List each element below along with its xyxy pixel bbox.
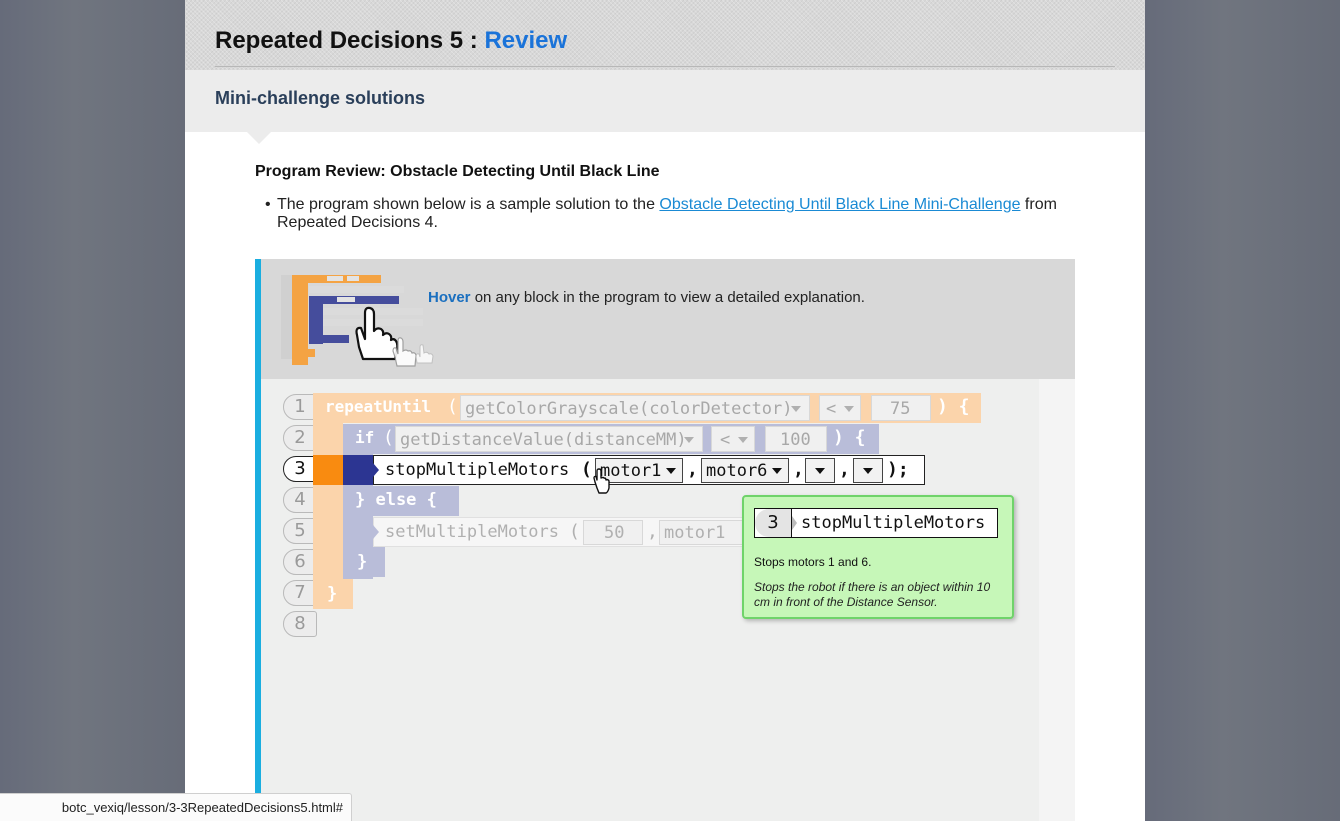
background-left [0,0,185,821]
if-threshold-input[interactable]: 100 [765,426,827,452]
set-speed-value: 50 [604,523,625,543]
subheader-title: Mini-challenge solutions [215,88,426,108]
explanation-tooltip: 3 stopMultipleMotors Stops motors 1 and … [742,495,1014,619]
mouse-cursor-icon [593,468,610,494]
line-number-4[interactable]: 4 [283,487,317,513]
hover-word: Hover [428,289,471,306]
dropdown-arrow-icon [844,406,854,412]
review-label: Review [484,27,568,54]
motor-arg-2-value: motor6 [706,461,768,481]
repeat-paren-close: ) { [937,396,970,417]
line-number-1[interactable]: 1 [283,394,317,420]
set-motor-value: motor1 [664,523,726,543]
hover-rest: on any block in the program to view a de… [470,289,865,306]
motor-arg-2-dropdown[interactable]: motor6 [701,458,789,483]
active-if-segment [343,455,373,485]
active-loop-segment [313,455,343,485]
if-close-brace: } [357,552,368,572]
title-text: Repeated Decisions 5 [215,27,464,54]
set-motor-dropdown[interactable]: motor1 [659,520,743,545]
repeat-threshold-value: 75 [890,399,911,419]
block-notch [373,463,379,477]
subheader: Mini-challenge solutions [185,70,1145,132]
section-title: Program Review: Obstacle Detecting Until… [255,163,660,180]
tooltip-description: Stops motors 1 and 6. [754,555,872,569]
color-sensor-call: getColorGrayscale(colorDetector) [465,399,793,419]
intro-bullet: • The program shown below is a sample sol… [265,196,1077,232]
set-speed-input[interactable]: 50 [583,520,643,545]
code-right-margin [1039,379,1075,821]
arg-comma: , [793,459,804,480]
bullet-text-pre: The program shown below is a sample solu… [277,196,660,213]
line-number-5[interactable]: 5 [283,518,317,544]
dropdown-arrow-icon [684,437,694,443]
tooltip-line-number: 3 [755,509,792,537]
subheader-notch [247,132,271,144]
tooltip-block: 3 stopMultipleMotors [754,508,998,538]
motor-arg-4-dropdown[interactable] [853,458,883,483]
if-paren-open: ( [383,427,394,448]
hover-hint-icon [281,275,434,367]
repeat-operator-value: < [826,399,837,419]
motor-arg-3-dropdown[interactable] [805,458,835,483]
arg-comma: , [647,521,658,542]
arg-comma: , [839,459,850,480]
distance-sensor-call: getDistanceValue(distanceMM) [400,430,687,450]
repeat-until-keyword: repeatUntil [325,397,431,416]
status-bar-url: botc_vexiq/lesson/3-3RepeatedDecisions5.… [0,793,352,821]
tooltip-function-name: stopMultipleMotors [801,513,986,533]
if-operator-dropdown[interactable]: < [711,426,755,452]
title-separator: : [463,27,485,54]
repeat-close-brace: } [327,584,338,604]
else-keyword: } else { [355,490,437,510]
background-right [1145,0,1340,821]
repeat-threshold-input[interactable]: 75 [871,395,931,421]
hand-pointer-icon [355,306,434,367]
if-paren-close: ) { [833,427,866,448]
mini-challenge-link[interactable]: Obstacle Detecting Until Black Line Mini… [659,196,1020,213]
hover-instruction: Hover on any block in the program to vie… [428,289,865,306]
line-number-2[interactable]: 2 [283,425,317,451]
dropdown-arrow-icon [772,468,782,474]
arg-comma: , [687,459,698,480]
stop-paren-close: ); [887,459,909,480]
distance-sensor-dropdown[interactable]: getDistanceValue(distanceMM) [395,426,703,452]
line-number-8[interactable]: 8 [283,611,317,637]
dropdown-arrow-icon [738,437,748,443]
line-number-7[interactable]: 7 [283,580,317,606]
if-threshold-value: 100 [780,430,811,450]
bullet-dot: • [265,196,271,213]
if-keyword: if [355,428,375,447]
line-number-3[interactable]: 3 [283,456,317,482]
page-title: Repeated Decisions 5 : Review [215,27,567,55]
stop-multiple-motors-name: stopMultipleMotors [385,460,570,480]
color-sensor-dropdown[interactable]: getColorGrayscale(colorDetector) [460,395,810,421]
panel-header: Hover on any block in the program to vie… [261,259,1075,379]
block-notch [792,516,797,530]
repeat-paren-open: ( [447,396,458,417]
line-number-6[interactable]: 6 [283,549,317,575]
block-notch [373,525,379,539]
set-paren-open: ( [569,521,580,542]
repeat-operator-dropdown[interactable]: < [819,395,861,421]
if-operator-value: < [720,430,731,450]
set-multiple-motors-name: setMultipleMotors [385,522,559,542]
dropdown-arrow-icon [863,468,873,474]
dropdown-arrow-icon [791,406,801,412]
dropdown-arrow-icon [666,468,676,474]
page-header: Repeated Decisions 5 : Review [185,0,1145,70]
tooltip-note: Stops the robot if there is an object wi… [754,580,991,609]
dropdown-arrow-icon [815,468,825,474]
header-divider [215,66,1115,67]
status-url-text: botc_vexiq/lesson/3-3RepeatedDecisions5.… [61,800,343,815]
lesson-page: Repeated Decisions 5 : Review Mini-chall… [185,0,1145,821]
